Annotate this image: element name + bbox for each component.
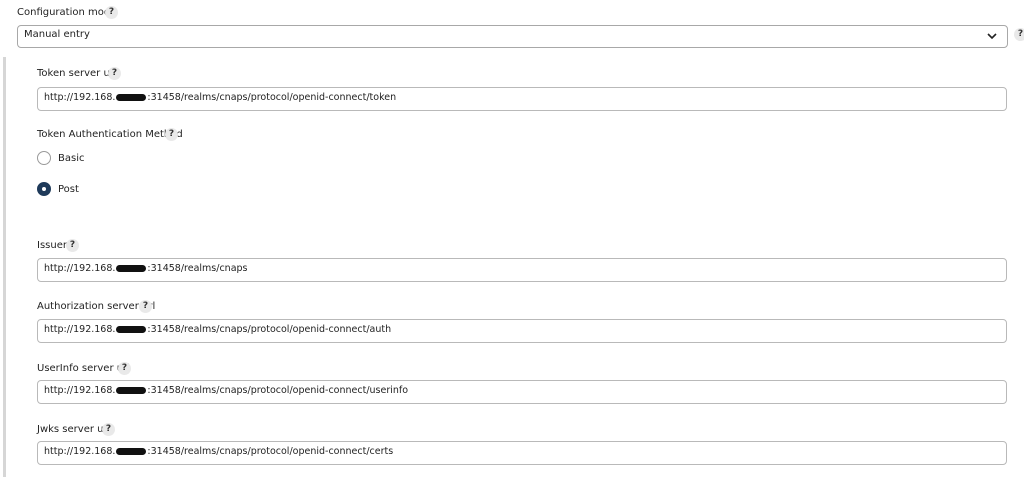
group-indent-bar — [3, 57, 6, 477]
issuer-value: http://192.168.:31458/realms/cnaps — [44, 263, 248, 274]
redaction-mark — [116, 387, 147, 394]
radio-post[interactable] — [37, 182, 51, 196]
radio-post-label: Post — [58, 184, 79, 195]
token-server-url-label: Token server url — [37, 68, 117, 79]
config-mode-help-icon[interactable]: ? — [105, 6, 118, 19]
jwks-server-url-label: Jwks server url — [37, 424, 111, 435]
authorization-server-url-value: http://192.168.:31458/realms/cnaps/proto… — [44, 324, 392, 335]
radio-basic-label: Basic — [58, 153, 85, 164]
userinfo-server-url-value: http://192.168.:31458/realms/cnaps/proto… — [44, 385, 409, 396]
authorization-server-url-help-icon[interactable]: ? — [139, 300, 152, 313]
userinfo-server-url-help-icon[interactable]: ? — [118, 362, 131, 375]
redaction-mark — [116, 448, 147, 455]
issuer-label: Issuer — [37, 240, 67, 251]
config-mode-select[interactable]: Manual entry — [17, 25, 1008, 48]
radio-basic[interactable] — [37, 151, 51, 165]
token-server-url-value: http://192.168.:31458/realms/cnaps/proto… — [44, 92, 397, 103]
token-auth-method-label: Token Authentication Method — [37, 129, 183, 140]
token-auth-method-help-icon[interactable]: ? — [165, 128, 178, 141]
jwks-server-url-help-icon[interactable]: ? — [102, 423, 115, 436]
issuer-help-icon[interactable]: ? — [66, 239, 79, 252]
authorization-server-url-label: Authorization server url — [37, 301, 156, 312]
config-mode-outer-help-icon[interactable]: ? — [1014, 28, 1024, 41]
chevron-down-icon — [987, 33, 997, 40]
jwks-server-url-input[interactable]: http://192.168.:31458/realms/cnaps/proto… — [37, 441, 1007, 465]
issuer-input[interactable]: http://192.168.:31458/realms/cnaps — [37, 258, 1007, 282]
token-server-url-help-icon[interactable]: ? — [108, 67, 121, 80]
userinfo-server-url-label: UserInfo server url — [37, 363, 130, 374]
jwks-server-url-value: http://192.168.:31458/realms/cnaps/proto… — [44, 446, 394, 457]
userinfo-server-url-input[interactable]: http://192.168.:31458/realms/cnaps/proto… — [37, 380, 1007, 404]
redaction-mark — [116, 265, 147, 272]
redaction-mark — [116, 94, 147, 101]
config-mode-label: Configuration mode — [17, 7, 117, 18]
authorization-server-url-input[interactable]: http://192.168.:31458/realms/cnaps/proto… — [37, 319, 1007, 343]
token-server-url-input[interactable]: http://192.168.:31458/realms/cnaps/proto… — [37, 87, 1007, 111]
redaction-mark — [116, 326, 147, 333]
config-mode-selected-value: Manual entry — [24, 29, 90, 40]
